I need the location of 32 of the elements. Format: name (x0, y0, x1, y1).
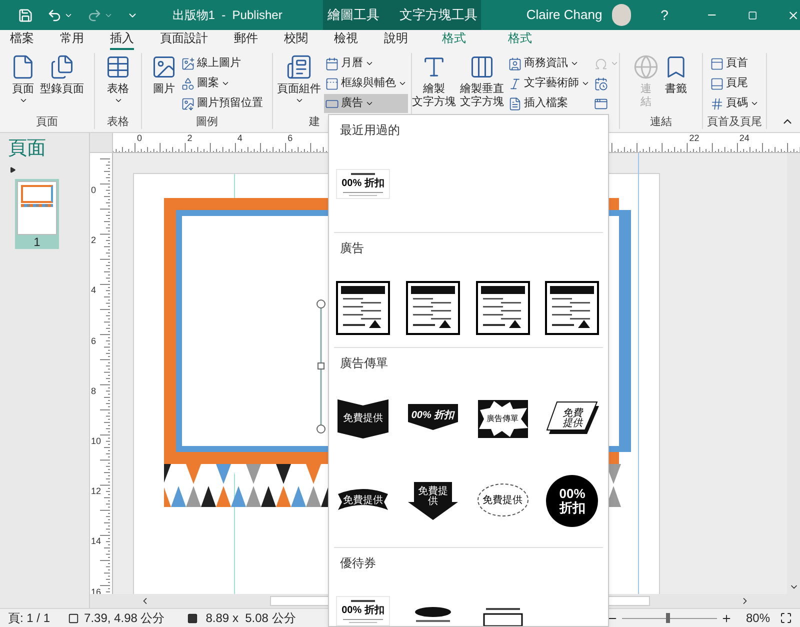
ruler-number: 2 (187, 133, 192, 143)
group-label: 頁首及頁尾 (706, 115, 763, 129)
context-tab-title: 繪圖工具 (327, 6, 380, 24)
zoom-percent: 80% (746, 610, 770, 627)
size-text: 8.89 x 5.08 公分 (206, 610, 296, 627)
gallery-section-title: 廣告 (339, 240, 365, 255)
ruler-number: 10 (91, 436, 102, 446)
context-tab-title: 文字方塊工具 (399, 6, 478, 24)
position-text: 7.39, 4.98 公分 (84, 610, 165, 627)
ruler-number: 6 (91, 336, 96, 346)
group-label: 建 (308, 115, 321, 129)
ruler-number: 22 (689, 133, 700, 143)
ruler-number: 12 (91, 486, 102, 496)
group-label: 表格 (106, 115, 130, 129)
ruler-number: 4 (91, 285, 96, 296)
group-label: 連結 (649, 115, 673, 129)
gallery-section-title: 最近用過的 (339, 122, 401, 137)
window-title: 出版物1 - Publisher (171, 7, 284, 24)
ruler-number: 24 (739, 133, 750, 143)
group-label: 圖例 (195, 115, 219, 129)
ruler-number: 2 (91, 235, 96, 246)
page-indicator: 頁: 1 / 1 (8, 610, 50, 627)
ruler-number: 0 (91, 185, 96, 195)
group-label: 頁面 (35, 115, 59, 129)
ruler-number: 0 (137, 133, 142, 143)
gallery-section-title: 優待券 (339, 554, 377, 570)
pane-title: 頁面 (8, 137, 47, 161)
ruler-number: 8 (91, 386, 96, 396)
ruler-number: 4 (237, 133, 242, 143)
gallery-section-title: 廣告傳單 (339, 355, 389, 370)
ruler-number: 14 (91, 536, 102, 546)
ruler-number: 6 (288, 133, 293, 143)
